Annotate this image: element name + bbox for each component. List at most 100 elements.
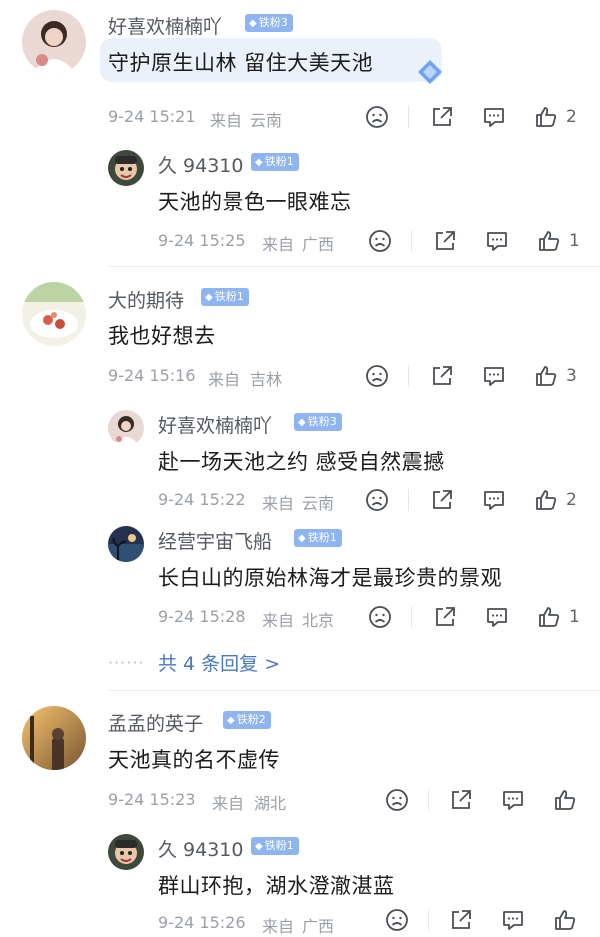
- comment-icon[interactable]: [481, 487, 507, 513]
- reply-username[interactable]: 经营宇宙飞船: [158, 527, 272, 554]
- sad-face-icon[interactable]: [364, 104, 390, 130]
- divider: [408, 106, 409, 128]
- fan-badge: ◆ 铁粉2: [223, 711, 271, 729]
- thumbs-up-icon[interactable]: [552, 787, 578, 813]
- comment-from-label: 来自: [208, 370, 241, 389]
- reply-location: 云南: [302, 494, 335, 513]
- diamond-icon: ◆: [205, 292, 213, 303]
- reply-username[interactable]: 久 94310: [158, 835, 243, 862]
- reply-from-label: 来自: [262, 494, 295, 513]
- share-icon[interactable]: [448, 907, 474, 933]
- thread-divider: [108, 266, 600, 267]
- like-count: 2: [566, 107, 577, 127]
- thumbs-up-icon[interactable]: [536, 228, 562, 254]
- reply-text: 天池的景色一眼难忘: [158, 190, 352, 214]
- thumbs-up-icon[interactable]: [533, 487, 559, 513]
- reply-location: 广西: [302, 235, 335, 254]
- sad-face-icon[interactable]: [364, 487, 390, 513]
- more-replies-dots: ······: [108, 653, 145, 672]
- share-icon[interactable]: [429, 104, 455, 130]
- comment-username[interactable]: 大的期待: [108, 286, 184, 313]
- comment-from-label: 来自: [212, 794, 245, 813]
- comment-from-label: 来自: [210, 111, 243, 130]
- comment-username[interactable]: 孟孟的英子: [108, 709, 203, 736]
- diamond-icon: ◆: [298, 533, 306, 544]
- comment-location: 湖北: [254, 794, 287, 813]
- reply-location: 广西: [302, 917, 335, 936]
- reply-username[interactable]: 久 94310: [158, 151, 243, 178]
- more-replies-link[interactable]: 共 4 条回复 >: [158, 649, 280, 676]
- comment-icon[interactable]: [481, 104, 507, 130]
- fan-badge: ◆ 铁粉1: [251, 153, 299, 171]
- thumbs-up-icon[interactable]: [533, 363, 559, 389]
- avatar[interactable]: [108, 526, 144, 562]
- thread-divider: [108, 690, 600, 691]
- like-count: 1: [569, 231, 580, 251]
- reply-time: 9-24 15:26: [158, 913, 246, 932]
- avatar[interactable]: [22, 282, 86, 346]
- sad-face-icon[interactable]: [364, 363, 390, 389]
- divider: [428, 909, 429, 931]
- divider: [428, 789, 429, 811]
- fan-badge: ◆ 铁粉1: [294, 529, 342, 547]
- comment-time: 9-24 15:16: [108, 366, 196, 385]
- sad-face-icon[interactable]: [384, 907, 410, 933]
- share-icon[interactable]: [432, 604, 458, 630]
- reply-time: 9-24 15:25: [158, 231, 246, 250]
- avatar[interactable]: [108, 834, 144, 870]
- diamond-icon: ◆: [249, 18, 257, 29]
- comment-icon[interactable]: [500, 787, 526, 813]
- comment-text: 天池真的名不虚传: [108, 748, 280, 772]
- divider: [411, 606, 412, 628]
- reply-text: 长白山的原始林海才是最珍贵的景观: [158, 566, 502, 590]
- comment-icon[interactable]: [484, 228, 510, 254]
- divider: [408, 365, 409, 387]
- diamond-icon: ◆: [255, 841, 263, 852]
- thumbs-up-icon[interactable]: [533, 104, 559, 130]
- comment-location: 吉林: [250, 370, 283, 389]
- divider: [408, 489, 409, 511]
- avatar[interactable]: [108, 150, 144, 186]
- comment-icon[interactable]: [481, 363, 507, 389]
- divider: [411, 230, 412, 252]
- thumbs-up-icon[interactable]: [552, 907, 578, 933]
- share-icon[interactable]: [432, 228, 458, 254]
- avatar[interactable]: [108, 410, 144, 446]
- sad-face-icon[interactable]: [367, 604, 393, 630]
- comment-text: 我也好想去: [108, 324, 216, 348]
- like-count: 1: [569, 607, 580, 627]
- fan-badge: ◆ 铁粉1: [251, 837, 299, 855]
- avatar[interactable]: [22, 706, 86, 770]
- comment-icon[interactable]: [500, 907, 526, 933]
- sad-face-icon[interactable]: [384, 787, 410, 813]
- reply-location: 北京: [302, 611, 335, 630]
- share-icon[interactable]: [429, 363, 455, 389]
- reply-time: 9-24 15:28: [158, 607, 246, 626]
- sparkle-diamond-icon: [416, 58, 444, 86]
- fan-badge: ◆ 铁粉3: [294, 413, 342, 431]
- like-count: 2: [566, 490, 577, 510]
- diamond-icon: ◆: [227, 715, 235, 726]
- comment-icon[interactable]: [484, 604, 510, 630]
- reply-text: 赴一场天池之约 感受自然震撼: [158, 450, 445, 474]
- share-icon[interactable]: [448, 787, 474, 813]
- comment-time: 9-24 15:21: [108, 107, 196, 126]
- comment-text: 守护原生山林 留住大美天池: [108, 51, 374, 75]
- comment-time: 9-24 15:23: [108, 790, 196, 809]
- fan-badge: ◆ 铁粉3: [245, 14, 293, 32]
- comment-username[interactable]: 好喜欢楠楠吖: [108, 12, 222, 39]
- thumbs-up-icon[interactable]: [536, 604, 562, 630]
- like-count: 3: [566, 366, 577, 386]
- comment-location: 云南: [250, 111, 283, 130]
- reply-from-label: 来自: [262, 611, 295, 630]
- fan-badge: ◆ 铁粉1: [201, 288, 249, 306]
- diamond-icon: ◆: [255, 157, 263, 168]
- share-icon[interactable]: [429, 487, 455, 513]
- reply-from-label: 来自: [262, 235, 295, 254]
- reply-text: 群山环抱，湖水澄澈湛蓝: [158, 874, 395, 898]
- reply-time: 9-24 15:22: [158, 490, 246, 509]
- diamond-icon: ◆: [298, 417, 306, 428]
- avatar[interactable]: [22, 10, 86, 74]
- reply-username[interactable]: 好喜欢楠楠吖: [158, 411, 272, 438]
- sad-face-icon[interactable]: [367, 228, 393, 254]
